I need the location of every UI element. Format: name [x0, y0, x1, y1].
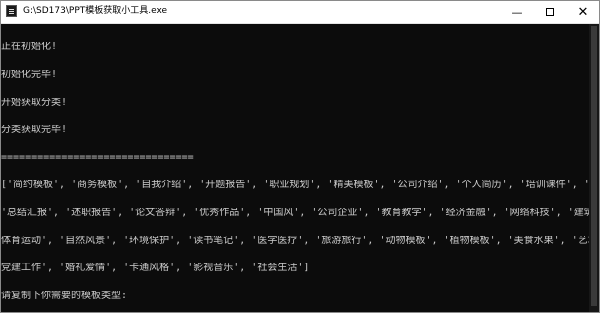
window-title: G:\SD173\PPT模板获取小工具.exe [23, 6, 168, 16]
console-app-icon [6, 5, 17, 17]
vertical-scrollbar[interactable] [589, 24, 599, 312]
category-list-line: ['简约模板', '商务模板', '自我介绍', '开题报告', '职业规划',… [1, 180, 589, 190]
console-line: 初始化完毕! [1, 70, 58, 80]
scrollbar-thumb[interactable] [591, 26, 597, 306]
category-list-line: 体育运动', '自然风景', '环境保护', '读书笔记', '医学医疗', '… [1, 235, 589, 245]
close-button[interactable]: ✕ [567, 1, 599, 23]
input-prompt[interactable]: 请复制下你需要的模板类型: [1, 291, 589, 300]
console-line: 正在初始化! [1, 42, 58, 52]
console-output[interactable]: 正在初始化! 初始化完毕! 开始获取分类! 分类获取完毕! ==========… [1, 24, 589, 312]
title-bar[interactable]: G:\SD173\PPT模板获取小工具.exe — ✕ [1, 1, 599, 24]
maximize-button[interactable] [534, 1, 566, 23]
console-line: 开始获取分类! [1, 97, 68, 107]
console-line: 分类获取完毕! [1, 125, 68, 135]
separator-line: ================================ [1, 152, 194, 162]
maximize-icon [546, 8, 554, 16]
category-list-line: '总结汇报', '述职报告', '论文答辩', '优秀作品', '中国风', '… [1, 207, 589, 218]
minimize-icon: — [511, 5, 523, 19]
minimize-button[interactable]: — [501, 1, 533, 23]
category-list-line: 党建工作', '婚礼爱情', '卡通风格', '影视音乐', '社会生活'] [1, 263, 310, 273]
close-icon: ✕ [577, 4, 589, 20]
console-window: G:\SD173\PPT模板获取小工具.exe — ✕ 正在初始化! 初始化完毕… [0, 0, 600, 313]
